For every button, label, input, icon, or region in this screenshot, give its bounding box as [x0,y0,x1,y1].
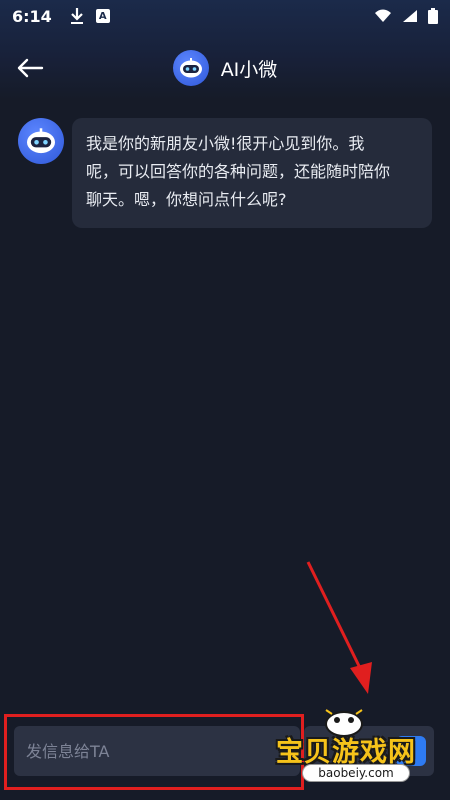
robot-icon [27,128,55,154]
chat-header: AI小微 [0,44,450,92]
battery-icon [428,8,438,24]
wifi-icon [375,9,391,22]
input-bar [0,712,450,792]
message-input[interactable] [14,726,300,776]
status-time: 6:14 [12,6,52,26]
message-line: 聊天。嗯，你想问点什么呢? [86,190,287,209]
a-notification-icon: A [95,9,110,23]
chat-title: AI小微 [220,58,278,81]
bot-avatar[interactable] [18,118,64,164]
chat-area[interactable]: 我是你的新朋友小微!很开心见到你。我 呢，可以回答你的各种问题，还能随时陪你 聊… [0,108,450,708]
message-line: 呢，可以回答你的各种问题，还能随时陪你 [86,162,391,181]
header-avatar [172,50,209,86]
bot-message: 我是你的新朋友小微!很开心见到你。我 呢，可以回答你的各种问题，还能随时陪你 聊… [18,118,432,228]
message-bubble[interactable]: 我是你的新朋友小微!很开心见到你。我 呢，可以回答你的各种问题，还能随时陪你 聊… [72,118,432,228]
signal-icon [403,10,417,22]
back-button[interactable] [12,52,48,84]
status-bar: 6:14 A [0,0,450,32]
download-icon [70,8,83,24]
robot-icon [179,58,202,78]
message-line: 我是你的新朋友小微!很开心见到你。我 [86,134,365,153]
send-area [304,726,434,776]
back-arrow-icon [17,58,44,78]
send-button[interactable] [396,736,426,766]
